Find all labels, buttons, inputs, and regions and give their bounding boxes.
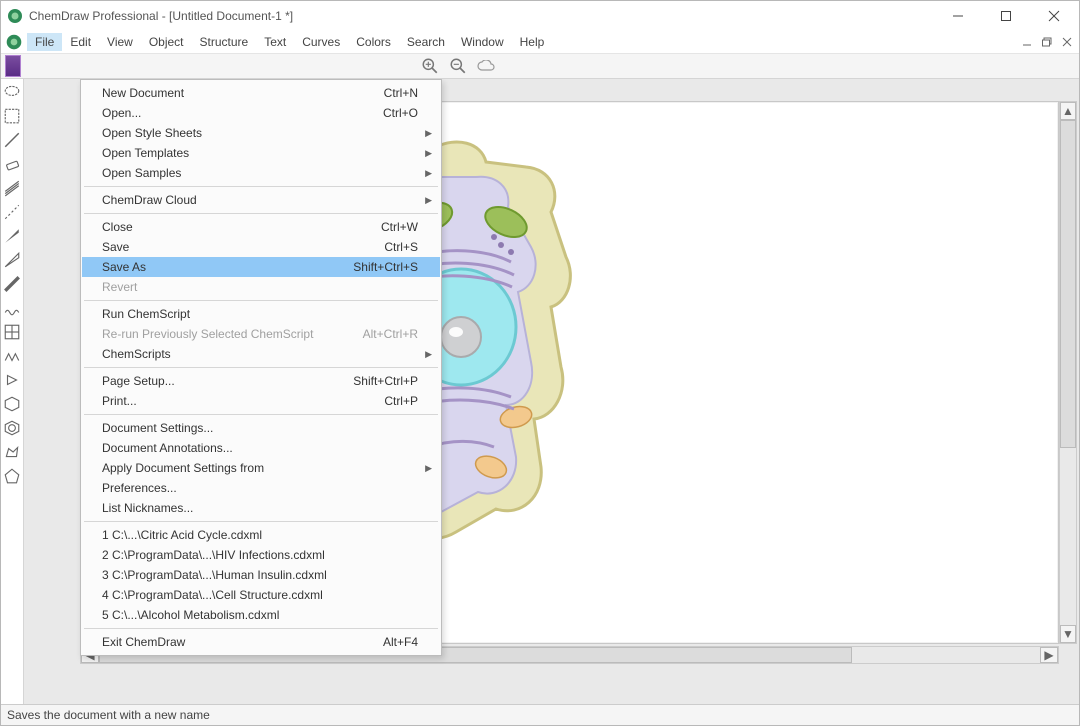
- menu-file[interactable]: File: [27, 33, 62, 51]
- tool-palette: [1, 79, 24, 704]
- scroll-right-icon[interactable]: ▶: [1040, 647, 1058, 663]
- menu-search[interactable]: Search: [399, 33, 453, 51]
- benzene-tool-icon[interactable]: [3, 419, 21, 437]
- menu-colors[interactable]: Colors: [348, 33, 399, 51]
- scroll-up-icon[interactable]: ▲: [1060, 102, 1076, 120]
- wedge-bond-tool-icon[interactable]: [3, 227, 21, 245]
- free-shape-tool-icon[interactable]: [3, 443, 21, 461]
- window-title: ChemDraw Professional - [Untitled Docume…: [29, 9, 293, 23]
- menu-window[interactable]: Window: [453, 33, 512, 51]
- menu-text[interactable]: Text: [256, 33, 294, 51]
- menu-view[interactable]: View: [99, 33, 141, 51]
- menu-document-settings[interactable]: Document Settings...: [82, 418, 440, 438]
- menubar: File Edit View Object Structure Text Cur…: [1, 31, 1079, 53]
- minimize-button[interactable]: [943, 5, 973, 27]
- app-window: ChemDraw Professional - [Untitled Docume…: [0, 0, 1080, 726]
- menu-help[interactable]: Help: [512, 33, 553, 51]
- mdi-controls: [1019, 31, 1075, 53]
- menu-chemscripts[interactable]: ChemScripts▶: [82, 344, 440, 364]
- menu-edit[interactable]: Edit: [62, 33, 99, 51]
- file-menu-dropdown: New DocumentCtrl+N Open...Ctrl+O Open St…: [80, 79, 442, 656]
- multiple-bonds-tool-icon[interactable]: [3, 179, 21, 197]
- menu-apply-document-settings[interactable]: Apply Document Settings from▶: [82, 458, 440, 478]
- zoom-out-icon[interactable]: [449, 57, 467, 75]
- menu-exit[interactable]: Exit ChemDrawAlt+F4: [82, 632, 440, 652]
- close-button[interactable]: [1039, 5, 1069, 27]
- vertical-scrollbar[interactable]: ▲ ▼: [1059, 101, 1077, 644]
- cloud-icon[interactable]: [477, 57, 495, 75]
- menu-open[interactable]: Open...Ctrl+O: [82, 103, 440, 123]
- bold-bond-tool-icon[interactable]: [3, 275, 21, 293]
- menu-object[interactable]: Object: [141, 33, 192, 51]
- titlebar: ChemDraw Professional - [Untitled Docume…: [1, 1, 1079, 31]
- marquee-tool-icon[interactable]: [3, 107, 21, 125]
- menu-revert: Revert: [82, 277, 440, 297]
- chain-tool-icon[interactable]: [3, 347, 21, 365]
- menu-page-setup[interactable]: Page Setup...Shift+Ctrl+P: [82, 371, 440, 391]
- hexagon-tool-icon[interactable]: [3, 395, 21, 413]
- wavy-bond-tool-icon[interactable]: [3, 299, 21, 317]
- menu-open-style-sheets[interactable]: Open Style Sheets▶: [82, 123, 440, 143]
- menu-preferences[interactable]: Preferences...: [82, 478, 440, 498]
- solid-bond-tool-icon[interactable]: [3, 131, 21, 149]
- menu-structure[interactable]: Structure: [192, 33, 257, 51]
- window-controls: [943, 5, 1073, 27]
- mdi-minimize-button[interactable]: [1019, 35, 1035, 49]
- menu-rerun-chemscript: Re-run Previously Selected ChemScriptAlt…: [82, 324, 440, 344]
- menu-open-templates[interactable]: Open Templates▶: [82, 143, 440, 163]
- app-icon: [7, 8, 23, 24]
- dashed-bond-tool-icon[interactable]: [3, 203, 21, 221]
- eraser-tool-icon[interactable]: [3, 155, 21, 173]
- pentagon-tool-icon[interactable]: [3, 467, 21, 485]
- zoom-in-icon[interactable]: [421, 57, 439, 75]
- mdi-icon[interactable]: [5, 33, 23, 51]
- menu-save-as[interactable]: Save AsShift+Ctrl+S: [82, 257, 440, 277]
- menu-list-nicknames[interactable]: List Nicknames...: [82, 498, 440, 518]
- menu-new-document[interactable]: New DocumentCtrl+N: [82, 83, 440, 103]
- lasso-tool-icon[interactable]: [3, 83, 21, 101]
- toolbar: [1, 53, 1079, 79]
- hollow-wedge-tool-icon[interactable]: [3, 251, 21, 269]
- menu-recent-2[interactable]: 2 C:\ProgramData\...\HIV Infections.cdxm…: [82, 545, 440, 565]
- statusbar: Saves the document with a new name: [1, 704, 1079, 725]
- arrow-tool-icon[interactable]: [3, 371, 21, 389]
- menu-recent-5[interactable]: 5 C:\...\Alcohol Metabolism.cdxml: [82, 605, 440, 625]
- menu-recent-3[interactable]: 3 C:\ProgramData\...\Human Insulin.cdxml: [82, 565, 440, 585]
- menu-run-chemscript[interactable]: Run ChemScript: [82, 304, 440, 324]
- workspace: ▲ ▼ ◀ ▶ New DocumentCtrl+N Open...Ctrl+O…: [1, 79, 1079, 704]
- status-text: Saves the document with a new name: [7, 708, 210, 722]
- menu-recent-1[interactable]: 1 C:\...\Citric Acid Cycle.cdxml: [82, 525, 440, 545]
- menu-recent-4[interactable]: 4 C:\ProgramData\...\Cell Structure.cdxm…: [82, 585, 440, 605]
- color-swatch[interactable]: [5, 55, 21, 77]
- menu-print[interactable]: Print...Ctrl+P: [82, 391, 440, 411]
- menu-save[interactable]: SaveCtrl+S: [82, 237, 440, 257]
- menu-curves[interactable]: Curves: [294, 33, 348, 51]
- menu-chemdraw-cloud[interactable]: ChemDraw Cloud▶: [82, 190, 440, 210]
- maximize-button[interactable]: [991, 5, 1021, 27]
- scroll-down-icon[interactable]: ▼: [1060, 625, 1076, 643]
- mdi-restore-button[interactable]: [1039, 35, 1055, 49]
- menu-close[interactable]: CloseCtrl+W: [82, 217, 440, 237]
- mdi-close-button[interactable]: [1059, 35, 1075, 49]
- canvas-area: ▲ ▼ ◀ ▶ New DocumentCtrl+N Open...Ctrl+O…: [24, 79, 1079, 704]
- vertical-scroll-thumb[interactable]: [1060, 120, 1076, 448]
- table-tool-icon[interactable]: [3, 323, 21, 341]
- menu-open-samples[interactable]: Open Samples▶: [82, 163, 440, 183]
- menu-document-annotations[interactable]: Document Annotations...: [82, 438, 440, 458]
